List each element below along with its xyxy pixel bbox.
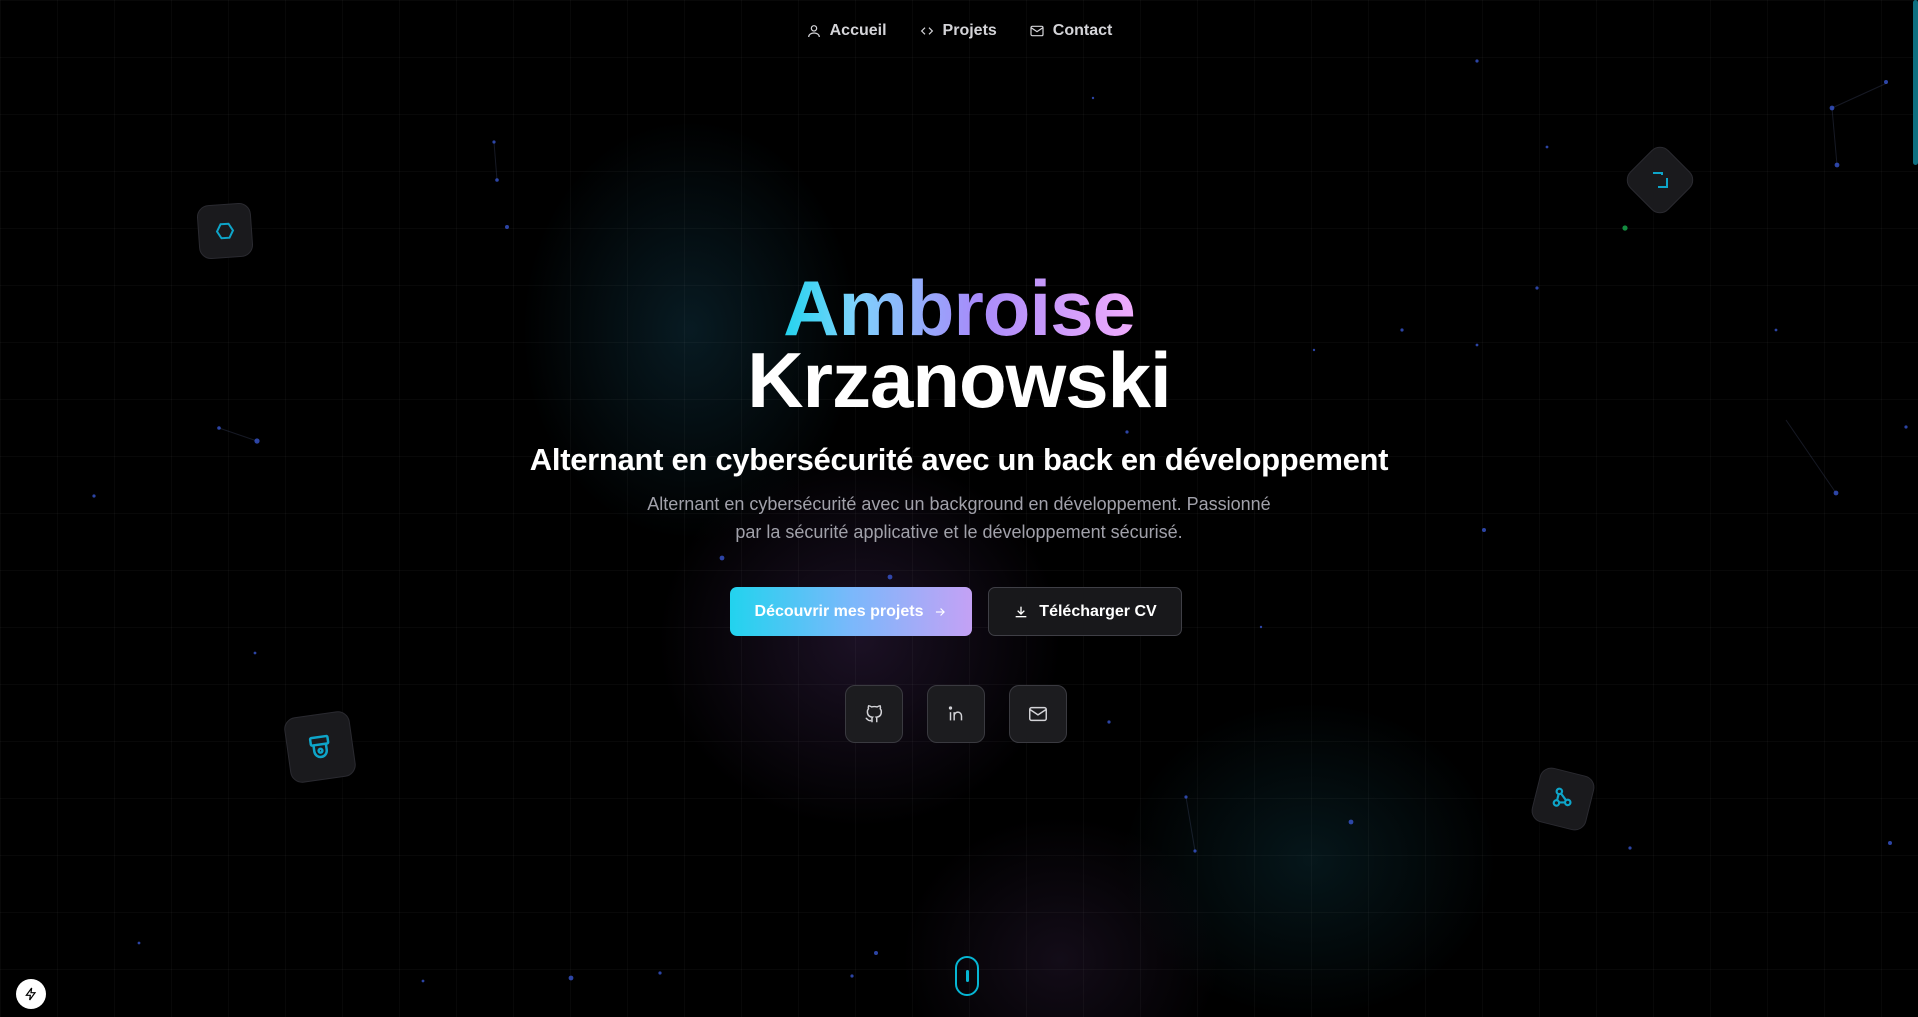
scroll-dot [965,970,969,982]
nav-label: Projets [942,22,997,39]
network-icon [1552,787,1572,807]
floating-tile-network [1529,765,1597,833]
hero-subtitle: Alternant en cybersécurité avec un back … [529,442,1389,477]
first-name: Ambroise [783,264,1136,352]
nav-item-projets[interactable]: Projets [919,18,997,44]
nav-label: Accueil [829,22,887,39]
description-line: Alternant en cybersécurité avec un backg… [647,494,1271,514]
email-button[interactable] [1009,685,1067,743]
download-icon [1015,606,1027,617]
main-nav: Accueil Projets Contact [0,18,1918,44]
hero-section: Accueil Projets Contact Ambroise Krzanow… [0,0,1918,1017]
download-cv-label: Télécharger CV [1039,602,1157,620]
hexagon-icon [215,222,235,240]
nav-item-accueil[interactable]: Accueil [806,18,887,44]
discover-projects-button[interactable]: Découvrir mes projets [730,587,972,636]
lightning-badge[interactable] [16,979,46,1009]
user-icon [807,25,820,38]
nav-item-contact[interactable]: Contact [1029,18,1113,44]
lightning-icon [25,987,37,1001]
corner-bracket-icon [1653,172,1668,188]
description-line: par la sécurité applicative et le dévelo… [735,522,1183,542]
floating-tile-corner [1621,141,1699,219]
hero-description: Alternant en cybersécurité avec un backg… [609,490,1309,546]
download-cv-button[interactable]: Télécharger CV [988,587,1182,636]
mail-icon [1030,25,1044,37]
linkedin-icon [948,706,963,721]
pennant-icon [308,734,330,759]
nav-label: Contact [1052,22,1113,39]
github-icon [865,705,883,723]
floating-tile-pennant [282,709,358,785]
linkedin-button[interactable] [927,685,985,743]
code-icon [920,27,933,35]
last-name: Krzanowski [747,336,1171,424]
scroll-down-indicator[interactable] [955,956,979,996]
mail-icon [1029,706,1047,722]
arrow-right-icon [936,607,946,616]
hero-name: Ambroise Krzanowski [0,264,1918,424]
discover-projects-label: Découvrir mes projets [754,602,924,620]
github-button[interactable] [845,685,903,743]
page-scrollbar[interactable] [1913,0,1918,165]
floating-tile-hexagon [196,202,254,260]
